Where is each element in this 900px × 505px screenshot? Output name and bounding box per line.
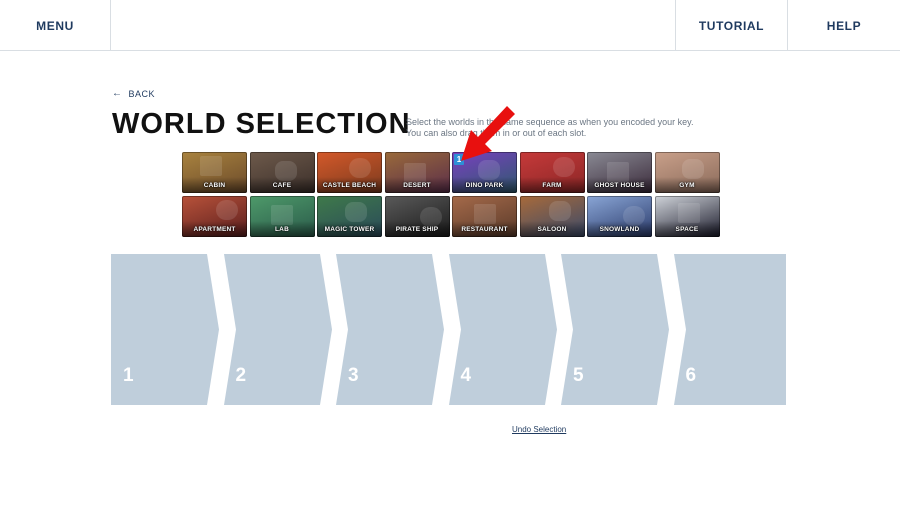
world-tile-label: GYM <box>679 182 695 189</box>
world-tile-label: LAB <box>275 226 289 233</box>
world-tile-label: CABIN <box>203 182 226 189</box>
world-tile-label: APARTMENT <box>193 226 236 233</box>
slot-number: 4 <box>460 365 472 386</box>
tile-art <box>681 159 704 179</box>
slot-number: 3 <box>348 365 359 386</box>
slot-number: 2 <box>235 365 247 386</box>
world-tile-castle-beach[interactable]: CASTLE BEACH <box>317 152 382 193</box>
world-tile-ghost-house[interactable]: GHOST HOUSE <box>587 152 652 193</box>
tile-art <box>200 156 222 176</box>
world-tile-pirate-ship[interactable]: PIRATE SHIP <box>384 196 450 237</box>
world-tile-label: CASTLE BEACH <box>322 182 377 189</box>
world-tile-lab[interactable]: LAB <box>249 196 315 237</box>
world-tile-apartment[interactable]: APARTMENT <box>182 196 247 237</box>
top-nav-bar: MENU TUTORIAL HELP <box>0 0 900 51</box>
world-tile-label: FARM <box>542 182 562 189</box>
slot-number: 5 <box>573 365 584 386</box>
sequence-slot-1[interactable]: 1 <box>111 254 227 405</box>
world-tile-label: MAGIC TOWER <box>324 226 375 233</box>
tile-art <box>552 157 575 177</box>
back-label: BACK <box>128 88 156 99</box>
tile-art <box>216 200 238 220</box>
instructions-line-1: Select the worlds in the same sequence a… <box>406 117 694 127</box>
sequence-slot-4[interactable]: 4 <box>448 254 565 405</box>
world-tile-cabin[interactable]: CABIN <box>182 152 247 193</box>
instructions-text: Select the worlds in the same sequence a… <box>406 117 706 139</box>
world-tile-gym[interactable]: GYM <box>654 152 720 193</box>
world-tile-label: RESTAURANT <box>461 226 508 233</box>
world-tile-label: SNOWLAND <box>599 226 640 233</box>
world-tile-saloon[interactable]: SALOON <box>519 196 585 237</box>
instructions-line-2: You can also drag them in or out of each… <box>406 128 587 138</box>
menu-button[interactable]: MENU <box>0 0 111 51</box>
sequence-slot-6[interactable]: 6 <box>673 254 786 405</box>
page-title: WORLD SELECTION <box>112 108 411 140</box>
world-tile-cafe[interactable]: CAFE <box>249 152 315 193</box>
tile-art <box>677 203 700 223</box>
undo-selection-link[interactable]: Undo Selection <box>512 425 566 434</box>
world-tile-space[interactable]: SPACE <box>654 196 720 237</box>
sequence-slot-2[interactable]: 2 <box>223 254 340 405</box>
tile-art <box>548 201 571 221</box>
world-tile-label: SPACE <box>675 226 699 233</box>
world-tile-label: SALOON <box>537 226 567 233</box>
world-tile-label: DINO PARK <box>465 182 504 189</box>
world-tile-magic-tower[interactable]: MAGIC TOWER <box>317 196 382 237</box>
world-tile-restaurant[interactable]: RESTAURANT <box>452 196 517 237</box>
slot-number: 6 <box>685 365 697 386</box>
back-link[interactable]: ← BACK <box>112 88 155 99</box>
tutorial-button[interactable]: TUTORIAL <box>675 0 787 51</box>
annotation-arrow-icon <box>461 106 515 161</box>
world-tile-label: PIRATE SHIP <box>395 226 439 233</box>
slot-row: 1 2 3 4 5 6 <box>111 254 787 405</box>
sequence-slot-5[interactable]: 5 <box>561 254 677 405</box>
world-tile-label: DESERT <box>403 182 431 189</box>
world-tile-desert[interactable]: DESERT <box>384 152 450 193</box>
help-button[interactable]: HELP <box>787 0 900 51</box>
arrow-left-icon: ← <box>112 88 123 99</box>
tile-art <box>349 158 371 178</box>
world-tile-label: CAFE <box>272 182 292 189</box>
world-tile-farm[interactable]: FARM <box>519 152 585 193</box>
world-grid: CABIN CAFE CASTLE BEACH DESERT DINO PARK 1 FAR… <box>182 152 720 237</box>
world-tile-snowland[interactable]: SNOWLAND <box>587 196 652 237</box>
tile-art <box>345 202 367 222</box>
slot-number: 1 <box>123 365 134 386</box>
world-tile-label: GHOST HOUSE <box>594 182 645 189</box>
sequence-slot-3[interactable]: 3 <box>336 254 452 405</box>
